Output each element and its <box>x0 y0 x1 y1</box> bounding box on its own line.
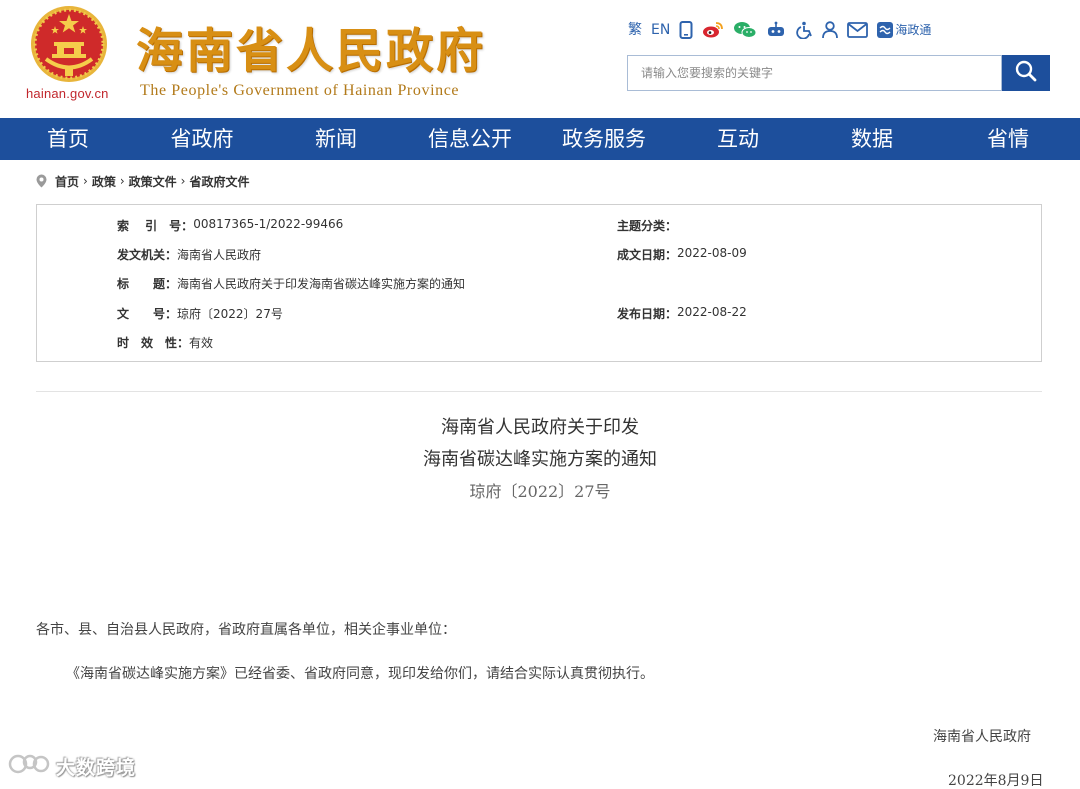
breadcrumb-policy[interactable]: 政策 <box>92 173 116 190</box>
section-divider <box>36 391 1042 392</box>
meta-category-row: 主题分类： <box>617 217 677 234</box>
meta-issuer-label: 发文机关： <box>117 248 178 262</box>
user-icon[interactable] <box>822 21 839 39</box>
nav-item-info-disclosure[interactable]: 信息公开 <box>428 118 512 160</box>
meta-date-made-row: 成文日期： 2022-08-09 <box>617 246 747 263</box>
article-doc-number: 琼府〔2022〕27号 <box>469 482 611 501</box>
meta-validity-row: 时 效 性： 有效 <box>117 334 213 351</box>
article-title-line-2: 海南省碳达峰实施方案的通知 <box>423 449 657 470</box>
watermark-text: 大数跨境 <box>56 756 137 779</box>
robot-icon[interactable] <box>766 21 786 39</box>
meta-date-made-label: 成文日期： <box>617 248 678 262</box>
english-link[interactable]: EN <box>651 19 670 41</box>
traditional-chinese-link[interactable]: 繁 <box>628 19 642 41</box>
meta-date-made-value: 2022-08-09 <box>677 246 747 260</box>
meta-validity-value: 有效 <box>189 336 214 350</box>
chevron-right-icon: › <box>83 174 88 188</box>
meta-publish-label: 发布日期： <box>617 307 678 321</box>
meta-issuer-row: 发文机关： 海南省人民政府 <box>117 246 261 263</box>
accessibility-icon[interactable] <box>795 21 813 39</box>
article-sign-date: 2022年8月9日 <box>948 773 1044 789</box>
meta-issuer-value: 海南省人民政府 <box>177 248 262 262</box>
nav-item-data[interactable]: 数据 <box>851 118 893 160</box>
mail-icon[interactable] <box>847 22 869 38</box>
breadcrumb-policy-docs[interactable]: 政策文件 <box>129 173 177 190</box>
site-name-english: The People's Government of Hainan Provin… <box>140 82 460 99</box>
location-pin-icon <box>36 174 47 188</box>
search-icon <box>1014 59 1038 87</box>
meta-index-label: 索 引 号： <box>117 219 194 233</box>
watermark-logo-icon <box>8 752 50 780</box>
mobile-icon[interactable] <box>679 21 693 39</box>
search-button[interactable] <box>1002 55 1050 91</box>
document-metadata-box: 索 引 号： 00817365-1/2022-99466 主题分类： 发文机关：… <box>36 204 1042 362</box>
nav-item-gov-services[interactable]: 政务服务 <box>562 118 646 160</box>
breadcrumb-home[interactable]: 首页 <box>55 173 79 190</box>
breadcrumb: 首页 › 政策 › 政策文件 › 省政府文件 <box>36 172 250 190</box>
article-title-line-1: 海南省人民政府关于印发 <box>441 417 639 438</box>
haizhengtong-link[interactable]: 海政通 <box>877 19 931 41</box>
haizhengtong-label: 海政通 <box>895 23 932 37</box>
meta-index-value: 00817365-1/2022-99466 <box>193 217 344 231</box>
search-input[interactable] <box>628 56 1001 90</box>
chevron-right-icon: › <box>119 174 125 188</box>
site-domain: hainan.gov.cn <box>26 86 109 101</box>
article-signer: 海南省人民政府 <box>933 729 1031 745</box>
wechat-icon[interactable] <box>733 21 757 39</box>
meta-category-label: 主题分类： <box>617 219 678 233</box>
chevron-right-icon: › <box>180 174 186 188</box>
search-box <box>627 55 1002 91</box>
nav-item-province-gov[interactable]: 省政府 <box>171 118 234 160</box>
article-salutation: 各市、县、自治县人民政府，省政府直属各单位，相关企事业单位： <box>36 622 456 638</box>
meta-title-value: 海南省人民政府关于印发海南省碳达峰实施方案的通知 <box>177 277 466 291</box>
nav-item-interaction[interactable]: 互动 <box>717 118 759 160</box>
weibo-icon[interactable] <box>702 21 724 39</box>
meta-docno-value: 琼府〔2022〕27号 <box>177 307 283 321</box>
site-name-logo[interactable]: 海南省人民政府 <box>136 12 486 81</box>
main-nav: 首页 省政府 新闻 信息公开 政务服务 互动 数据 省情 <box>0 118 1080 160</box>
breadcrumb-province-docs[interactable]: 省政府文件 <box>189 173 249 190</box>
site-header: hainan.gov.cn 海南省人民政府 The People's Gover… <box>0 0 1080 118</box>
meta-publish-value: 2022-08-22 <box>677 305 747 319</box>
meta-index-row: 索 引 号： 00817365-1/2022-99466 <box>117 217 343 234</box>
meta-docno-row: 文 号： 琼府〔2022〕27号 <box>117 305 283 322</box>
nav-item-home[interactable]: 首页 <box>47 118 89 160</box>
meta-title-row: 标 题： 海南省人民政府关于印发海南省碳达峰实施方案的通知 <box>117 275 465 292</box>
article-body-paragraph: 《海南省碳达峰实施方案》已经省委、省政府同意，现印发给你们，请结合实际认真贯彻执… <box>66 666 654 682</box>
nav-item-news[interactable]: 新闻 <box>315 118 357 160</box>
national-emblem-icon[interactable] <box>28 4 110 86</box>
header-toolbar: 繁 EN 海政通 <box>628 19 931 41</box>
watermark: 大数跨境 <box>8 752 136 780</box>
meta-validity-label: 时 效 性： <box>117 336 190 350</box>
nav-item-province-info[interactable]: 省情 <box>987 118 1029 160</box>
meta-title-label: 标 题： <box>117 277 178 291</box>
meta-docno-label: 文 号： <box>117 307 178 321</box>
meta-publish-row: 发布日期： 2022-08-22 <box>617 305 747 322</box>
haizhengtong-icon <box>877 22 894 38</box>
